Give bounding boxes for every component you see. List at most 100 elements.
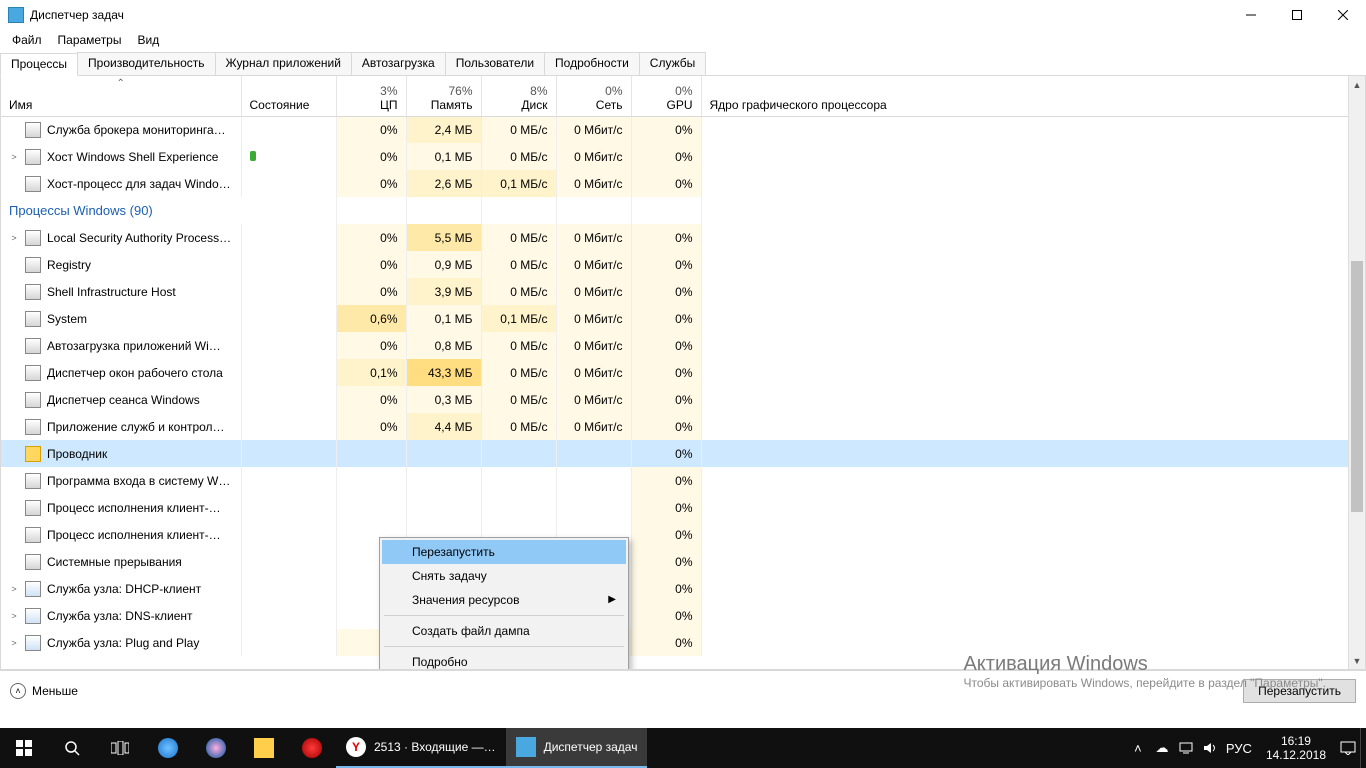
cell-net: 0 Мбит/с	[556, 413, 631, 440]
context-menu-item[interactable]: Значения ресурсов▶	[382, 588, 626, 612]
context-menu: ПерезапуститьСнять задачуЗначения ресурс…	[379, 537, 629, 670]
tab-4[interactable]: Пользователи	[445, 52, 545, 75]
table-row[interactable]: Процессы Windows (90)	[1, 197, 1365, 224]
action-center-icon[interactable]	[1336, 728, 1360, 768]
window-title: Диспетчер задач	[30, 8, 1228, 22]
table-row[interactable]: >Служба узла: Plug and Play0%0,3 МБ0 МБ/…	[1, 629, 1365, 656]
cell-mem: 0,3 МБ	[406, 386, 481, 413]
process-name: Служба брокера мониторинга…	[47, 123, 226, 137]
context-menu-item[interactable]: Перезапустить	[382, 540, 626, 564]
submenu-arrow-icon: ▶	[608, 594, 616, 605]
table-row[interactable]: Программа входа в систему W…0%	[1, 467, 1365, 494]
table-row[interactable]: >Хост Windows Shell Experience0%0,1 МБ0 …	[1, 143, 1365, 170]
table-row[interactable]: Приложение служб и контрол…0%4,4 МБ0 МБ/…	[1, 413, 1365, 440]
tab-0[interactable]: Процессы	[0, 53, 78, 76]
tab-5[interactable]: Подробности	[544, 52, 640, 75]
cell-disk: 0 МБ/с	[481, 332, 556, 359]
col-status[interactable]: Состояние	[241, 76, 336, 116]
tab-2[interactable]: Журнал приложений	[215, 52, 352, 75]
table-row[interactable]: Автозагрузка приложений Wi…0%0,8 МБ0 МБ/…	[1, 332, 1365, 359]
tray-overflow-icon[interactable]: ˄	[1126, 728, 1150, 768]
start-button[interactable]	[0, 728, 48, 768]
col-name[interactable]: Имя	[1, 76, 241, 116]
maximize-button[interactable]	[1274, 0, 1320, 30]
table-row[interactable]: Диспетчер окон рабочего стола0,1%43,3 МБ…	[1, 359, 1365, 386]
context-menu-item[interactable]: Создать файл дампа	[382, 619, 626, 643]
expand-icon[interactable]: >	[9, 638, 19, 648]
search-button[interactable]	[48, 728, 96, 768]
tray-network-icon[interactable]	[1174, 728, 1198, 768]
table-row[interactable]: Служба брокера мониторинга…0%2,4 МБ0 МБ/…	[1, 116, 1365, 143]
taskbar: Y 2513 · Входящие —… Диспетчер задач ˄ ☁…	[0, 728, 1366, 768]
table-row[interactable]: Shell Infrastructure Host0%3,9 МБ0 МБ/с0…	[1, 278, 1365, 305]
cell-gpu: 0%	[631, 521, 701, 548]
cell-net	[556, 467, 631, 494]
cell-disk	[481, 467, 556, 494]
context-menu-item[interactable]: Снять задачу	[382, 564, 626, 588]
table-row[interactable]: >Служба узла: DHCP-клиент0%	[1, 575, 1365, 602]
tray-language[interactable]: РУС	[1222, 728, 1256, 768]
context-menu-item[interactable]: Подробно	[382, 650, 626, 670]
tab-3[interactable]: Автозагрузка	[351, 52, 446, 75]
table-row[interactable]: Хост-процесс для задач Windo…0%2,6 МБ0,1…	[1, 170, 1365, 197]
col-gpu-engine[interactable]: Ядро графического процессора	[701, 76, 1365, 116]
cell-mem: 0,9 МБ	[406, 251, 481, 278]
table-row[interactable]: Системные прерывания0%	[1, 548, 1365, 575]
process-icon	[25, 365, 41, 381]
menu-view[interactable]: Вид	[129, 31, 167, 49]
table-row[interactable]: Проводник0%	[1, 440, 1365, 467]
table-row[interactable]: >Local Security Authority Process…0%5,5 …	[1, 224, 1365, 251]
scroll-up-icon[interactable]: ▲	[1349, 76, 1365, 93]
col-disk[interactable]: 8%Диск	[481, 76, 556, 116]
taskbar-task-taskmgr[interactable]: Диспетчер задач	[506, 728, 648, 768]
vertical-scrollbar[interactable]: ▲ ▼	[1348, 76, 1365, 669]
menu-file[interactable]: Файл	[4, 31, 50, 49]
col-network[interactable]: 0%Сеть	[556, 76, 631, 116]
menu-options[interactable]: Параметры	[50, 31, 130, 49]
col-cpu[interactable]: 3%ЦП	[336, 76, 406, 116]
col-gpu[interactable]: 0%GPU	[631, 76, 701, 116]
tab-6[interactable]: Службы	[639, 52, 706, 75]
cell-cpu: 0,1%	[336, 359, 406, 386]
tray-volume-icon[interactable]	[1198, 728, 1222, 768]
tab-1[interactable]: Производительность	[77, 52, 215, 75]
process-icon	[25, 338, 41, 354]
pinned-file-explorer[interactable]	[240, 728, 288, 768]
cell-disk	[481, 494, 556, 521]
pinned-app-1[interactable]	[144, 728, 192, 768]
scroll-thumb[interactable]	[1351, 261, 1363, 513]
pinned-opera[interactable]	[288, 728, 336, 768]
expand-icon[interactable]: >	[9, 233, 19, 243]
cell-gpu: 0%	[631, 305, 701, 332]
tray-onedrive-icon[interactable]: ☁	[1150, 728, 1174, 768]
cell-gpu: 0%	[631, 413, 701, 440]
expand-icon[interactable]: >	[9, 152, 19, 162]
scroll-down-icon[interactable]: ▼	[1349, 652, 1365, 669]
cell-net: 0 Мбит/с	[556, 386, 631, 413]
table-row[interactable]: Диспетчер сеанса Windows0%0,3 МБ0 МБ/с0 …	[1, 386, 1365, 413]
cell-mem	[406, 494, 481, 521]
process-icon	[25, 176, 41, 192]
cell-gpu: 0%	[631, 440, 701, 467]
minimize-button[interactable]	[1228, 0, 1274, 30]
cell-cpu: 0%	[336, 386, 406, 413]
table-row[interactable]: Процесс исполнения клиент-…0%	[1, 494, 1365, 521]
taskbar-task-browser[interactable]: Y 2513 · Входящие —…	[336, 728, 506, 768]
col-memory[interactable]: 76%Память	[406, 76, 481, 116]
table-row[interactable]: Registry0%0,9 МБ0 МБ/с0 Мбит/с0%	[1, 251, 1365, 278]
table-row[interactable]: Процесс исполнения клиент-…0%	[1, 521, 1365, 548]
process-icon	[25, 392, 41, 408]
table-row[interactable]: >Служба узла: DNS-клиент0%	[1, 602, 1365, 629]
close-button[interactable]	[1320, 0, 1366, 30]
cell-disk: 0 МБ/с	[481, 359, 556, 386]
fewer-details-button[interactable]: ˄ Меньше	[10, 683, 78, 699]
pinned-app-2[interactable]	[192, 728, 240, 768]
tray-clock[interactable]: 16:19 14.12.2018	[1256, 734, 1336, 762]
show-desktop-button[interactable]	[1360, 728, 1366, 768]
expand-icon[interactable]: >	[9, 584, 19, 594]
task-view-button[interactable]	[96, 728, 144, 768]
table-row[interactable]: System0,6%0,1 МБ0,1 МБ/с0 Мбит/с0%	[1, 305, 1365, 332]
expand-icon[interactable]: >	[9, 611, 19, 621]
process-name: Служба узла: DNS-клиент	[47, 609, 193, 623]
cell-gpu: 0%	[631, 548, 701, 575]
